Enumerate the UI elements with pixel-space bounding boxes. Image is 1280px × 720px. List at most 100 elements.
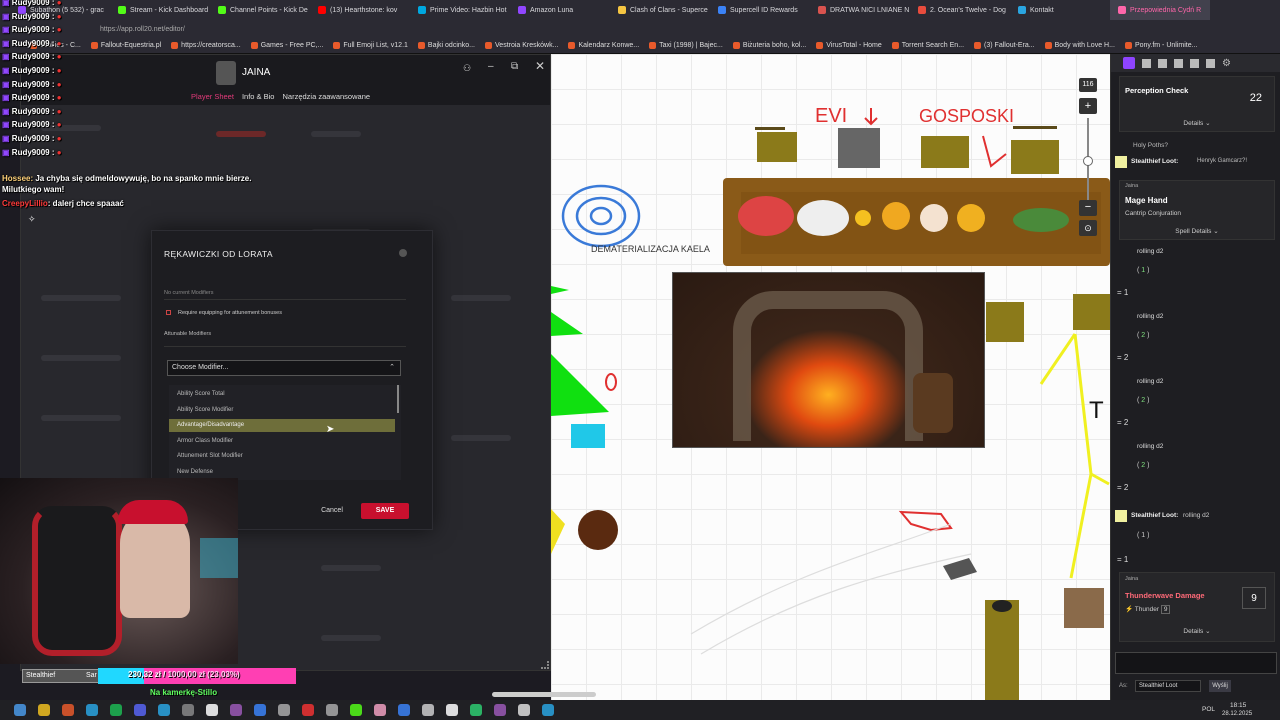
browser-tab[interactable]: Channel Points - Kick De xyxy=(210,0,310,20)
journal-tab-icon[interactable] xyxy=(1142,58,1151,68)
taskbar-app-icon[interactable] xyxy=(134,704,146,716)
bookmark-item[interactable]: Torrent Search En... xyxy=(891,42,964,49)
bookmark-item[interactable]: Taxi (1998) | Bajec... xyxy=(649,42,723,49)
dialog-close-icon[interactable] xyxy=(399,249,407,257)
browser-tab[interactable]: Prime Video: Hazbin Hot xyxy=(410,0,510,20)
browser-tab[interactable]: DRATWA NICI LNIANE N xyxy=(810,0,910,20)
resize-handle[interactable] xyxy=(541,661,549,669)
bookmark-item[interactable]: Vestroia Kreskówk... xyxy=(485,42,558,49)
close-icon[interactable]: ✕ xyxy=(535,59,545,73)
url-text[interactable]: https://app.roll20.net/editor/ xyxy=(100,26,185,33)
taskbar-app-icon[interactable] xyxy=(254,704,266,716)
taskbar-app-icon[interactable] xyxy=(494,704,506,716)
modifier-option[interactable]: Attunement Slot Modifier xyxy=(169,450,395,463)
taskbar-lang[interactable]: POL xyxy=(1202,706,1215,713)
taskbar-app-icon[interactable] xyxy=(374,704,386,716)
details-toggle[interactable]: Details ⌄ xyxy=(1120,119,1274,127)
compendium-tab-icon[interactable] xyxy=(1158,58,1167,68)
sheet-tab[interactable]: Player Sheet xyxy=(191,92,234,101)
taskbar-app-icon[interactable] xyxy=(542,704,554,716)
bookmark-item[interactable]: Bajki odcinko... xyxy=(417,42,475,49)
modifier-option[interactable]: Armor Class Modifier xyxy=(169,435,395,448)
gear-icon[interactable]: ⚙ xyxy=(1222,58,1231,69)
save-button[interactable]: SAVE xyxy=(361,503,409,519)
attunement-checkbox[interactable] xyxy=(166,310,171,315)
minimize-icon[interactable]: – xyxy=(488,61,494,72)
taskbar-app-icon[interactable] xyxy=(422,704,434,716)
taskbar-app-icon[interactable] xyxy=(86,704,98,716)
cat-token[interactable] xyxy=(1064,588,1104,628)
taskbar-app-icon[interactable] xyxy=(278,704,290,716)
chat-tab-icon[interactable] xyxy=(1123,57,1135,69)
bookmark-item[interactable]: (3) Fallout-Era... xyxy=(974,42,1035,49)
zoom-out-button[interactable]: − xyxy=(1079,200,1097,216)
taskbar-app-icon[interactable] xyxy=(326,704,338,716)
taskbar-app-icon[interactable] xyxy=(446,704,458,716)
jukebox-tab-icon[interactable] xyxy=(1174,58,1183,68)
people-icon[interactable]: ⚇ xyxy=(463,63,471,74)
popout-icon[interactable]: ⧉ xyxy=(511,61,518,72)
browser-tab[interactable]: Przepowiednia Cydń R xyxy=(1110,0,1210,20)
bookmark-item[interactable]: VirusTotal - Home xyxy=(816,42,882,49)
taskbar-app-icon[interactable] xyxy=(14,704,26,716)
sheet-tab[interactable]: Narzędzia zaawansowane xyxy=(282,92,370,101)
taskbar-app-icon[interactable] xyxy=(518,704,530,716)
browser-tab[interactable]: Kontakt xyxy=(1010,0,1110,20)
map-canvas[interactable]: EVI GOSPOSKI DEMATERIALIZACJA KAELA T 11… xyxy=(551,54,1110,700)
taskbar-app-icon[interactable] xyxy=(230,704,242,716)
address-bar[interactable]: https://app.roll20.net/editor/ xyxy=(0,20,1280,38)
zoom-slider-handle[interactable] xyxy=(1083,156,1093,166)
taskbar-app-icon[interactable] xyxy=(158,704,170,716)
bookmark-item[interactable]: Biżuteria boho, kol... xyxy=(732,42,806,49)
browser-tab[interactable]: Clash of Clans - Superce xyxy=(610,0,710,20)
as-select[interactable]: Stealthief Loot xyxy=(1135,680,1201,692)
token-box[interactable] xyxy=(1073,294,1110,330)
taskbar-app-icon[interactable] xyxy=(350,704,362,716)
taskbar-app-icon[interactable] xyxy=(206,704,218,716)
browser-tab[interactable]: Supercell ID Rewards xyxy=(710,0,810,20)
taskbar-app-icon[interactable] xyxy=(182,704,194,716)
token-box[interactable] xyxy=(757,132,797,162)
details2-toggle[interactable]: Details ⌄ xyxy=(1120,627,1274,635)
token-box[interactable] xyxy=(985,600,1019,700)
token-box[interactable] xyxy=(921,136,969,168)
taskbar-date[interactable]: 28.12.2025 xyxy=(1222,711,1252,717)
taskbar-app-icon[interactable] xyxy=(38,704,50,716)
token-box[interactable] xyxy=(986,302,1024,342)
bookmark-item[interactable]: https://creatorsca... xyxy=(171,42,241,49)
browser-tab[interactable]: 2. Ocean's Twelve - Dog xyxy=(910,0,1010,20)
browser-tab[interactable]: Stream - Kick Dashboard xyxy=(110,0,210,20)
bookmark-item[interactable]: Pony.fm - Unlimite... xyxy=(1124,42,1197,49)
send-button[interactable]: Wyślij xyxy=(1209,680,1231,692)
taskbar-app-icon[interactable] xyxy=(62,704,74,716)
zoom-in-button[interactable]: + xyxy=(1079,98,1097,114)
character-token[interactable] xyxy=(578,510,618,550)
spell-details-toggle[interactable]: Spell Details ⌄ xyxy=(1120,227,1274,235)
zoom-reset-button[interactable]: ⊙ xyxy=(1079,220,1097,236)
character-token[interactable] xyxy=(838,128,880,168)
cancel-button[interactable]: Cancel xyxy=(312,503,352,519)
taskbar-app-icon[interactable] xyxy=(470,704,482,716)
macros-tab-icon[interactable] xyxy=(1190,58,1199,68)
horizontal-scrollbar[interactable] xyxy=(492,692,596,697)
browser-tab[interactable]: (13) Hearthstone: kov xyxy=(310,0,410,20)
bookmark-item[interactable]: Full Emoji List, v12.1 xyxy=(333,42,408,49)
token-box[interactable] xyxy=(1011,140,1059,174)
sheet-tab[interactable]: Info & Bio xyxy=(242,92,275,101)
modifier-option[interactable]: Ability Score Modifier xyxy=(169,404,395,417)
modifier-option[interactable]: Advantage/Disadvantage xyxy=(169,419,395,432)
taskbar-app-icon[interactable] xyxy=(302,704,314,716)
browser-tab[interactable]: Amazon Luna xyxy=(510,0,610,20)
bookmark-item[interactable]: Fallout-Equestria.pl xyxy=(90,42,161,49)
bookmark-item[interactable]: Kalendarz Konwe... xyxy=(568,42,639,49)
choose-modifier-select[interactable]: Choose Modifier... ⌃ xyxy=(167,360,401,376)
modifier-option[interactable]: New Defense xyxy=(169,466,395,479)
taskbar-time[interactable]: 18:15 xyxy=(1230,702,1246,709)
bookmark-item[interactable]: Body with Love H... xyxy=(1044,42,1115,49)
collections-tab-icon[interactable] xyxy=(1206,58,1215,68)
taskbar-app-icon[interactable] xyxy=(398,704,410,716)
modifier-option[interactable]: Ability Score Total xyxy=(169,388,395,401)
chat-input[interactable] xyxy=(1115,652,1277,674)
dropdown-scrollbar[interactable] xyxy=(397,385,399,413)
taskbar-app-icon[interactable] xyxy=(110,704,122,716)
